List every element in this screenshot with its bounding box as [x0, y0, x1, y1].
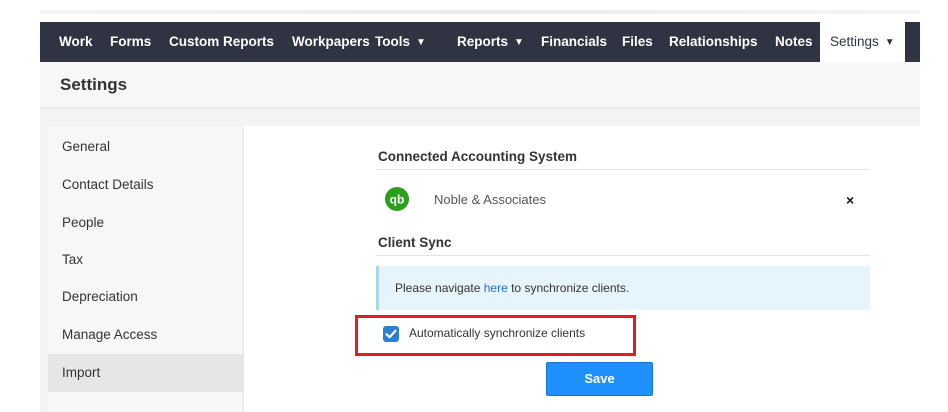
- sync-here-link[interactable]: here: [484, 281, 508, 295]
- nav-files-label: Files: [622, 34, 653, 49]
- sidebar-item-general[interactable]: General: [48, 128, 244, 166]
- top-strip: [0, 0, 948, 22]
- caret-down-icon: ▼: [416, 37, 426, 48]
- nav-forms-label: Forms: [110, 34, 152, 49]
- nav-notes[interactable]: Notes: [775, 22, 813, 62]
- auto-sync-label[interactable]: Automatically synchronize clients: [409, 326, 585, 340]
- nav-files[interactable]: Files: [622, 22, 653, 62]
- sidebar-item-depreciation[interactable]: Depreciation: [48, 278, 244, 316]
- caret-down-icon: ▼: [514, 37, 524, 48]
- sidebar-item-tax[interactable]: Tax: [48, 241, 244, 279]
- sidebar-item-label: People: [62, 215, 105, 230]
- connected-accounting-title: Connected Accounting System: [378, 149, 578, 164]
- nav-tools-label: Tools: [375, 34, 410, 49]
- nav-workpapers[interactable]: Workpapers: [292, 22, 370, 62]
- save-button[interactable]: Save: [546, 362, 653, 396]
- caret-down-icon: ▼: [884, 37, 895, 48]
- checkmark-icon: [385, 329, 397, 339]
- sidebar-item-label: Tax: [62, 252, 84, 267]
- sidebar-item-label: Import: [62, 365, 101, 380]
- info-suffix: to synchronize clients.: [507, 281, 630, 295]
- sidebar-item-label: Depreciation: [62, 289, 138, 304]
- divider: [376, 255, 870, 256]
- nav-notes-label: Notes: [775, 34, 813, 49]
- sidebar-item-label: General: [62, 139, 111, 154]
- nav-reports-label: Reports: [457, 34, 509, 49]
- info-prefix: Please navigate: [395, 281, 484, 295]
- nav-relationships-label: Relationships: [669, 34, 758, 49]
- settings-sidebar: General Contact Details People Tax Depre…: [48, 126, 244, 412]
- main-navbar: Work Forms Custom Reports Workpapers Too…: [40, 22, 920, 62]
- nav-forms[interactable]: Forms: [110, 22, 151, 62]
- auto-sync-checkbox[interactable]: [383, 326, 399, 342]
- nav-relationships[interactable]: Relationships: [669, 22, 758, 62]
- quickbooks-logo-glyph: qb: [390, 193, 405, 207]
- close-icon[interactable]: ×: [846, 192, 854, 208]
- sidebar-item-contact-details[interactable]: Contact Details: [48, 166, 244, 204]
- divider: [376, 169, 870, 170]
- client-sync-title: Client Sync: [378, 235, 452, 250]
- nav-reports[interactable]: Reports ▼: [457, 22, 524, 62]
- nav-workpapers-label: Workpapers: [292, 34, 370, 49]
- sidebar-item-label: Manage Access: [62, 327, 158, 342]
- nav-financials-label: Financials: [541, 34, 608, 49]
- nav-work-label: Work: [59, 34, 93, 49]
- sidebar-item-label: Contact Details: [62, 177, 154, 192]
- page-header: Settings: [40, 62, 920, 108]
- nav-tools[interactable]: Tools ▼: [375, 22, 426, 62]
- sidebar-item-manage-access[interactable]: Manage Access: [48, 316, 244, 354]
- sync-info-text: Please navigate here to synchronize clie…: [395, 281, 629, 295]
- nav-settings-label: Settings: [830, 34, 879, 49]
- page-title: Settings: [60, 75, 128, 94]
- sidebar-item-import[interactable]: Import: [48, 354, 244, 392]
- nav-custom-reports[interactable]: Custom Reports: [169, 22, 274, 62]
- connected-company-name: Noble & Associates: [434, 192, 547, 207]
- nav-financials[interactable]: Financials: [541, 22, 607, 62]
- nav-work[interactable]: Work: [59, 22, 93, 62]
- top-strip-fade: [40, 10, 920, 14]
- nav-settings[interactable]: Settings ▼: [820, 22, 905, 62]
- sidebar-item-people[interactable]: People: [48, 204, 244, 242]
- sync-info-alert: Please navigate here to synchronize clie…: [376, 266, 870, 310]
- quickbooks-icon: qb: [385, 187, 409, 211]
- nav-custom-reports-label: Custom Reports: [169, 34, 275, 49]
- svg-text:qb: qb: [390, 193, 405, 207]
